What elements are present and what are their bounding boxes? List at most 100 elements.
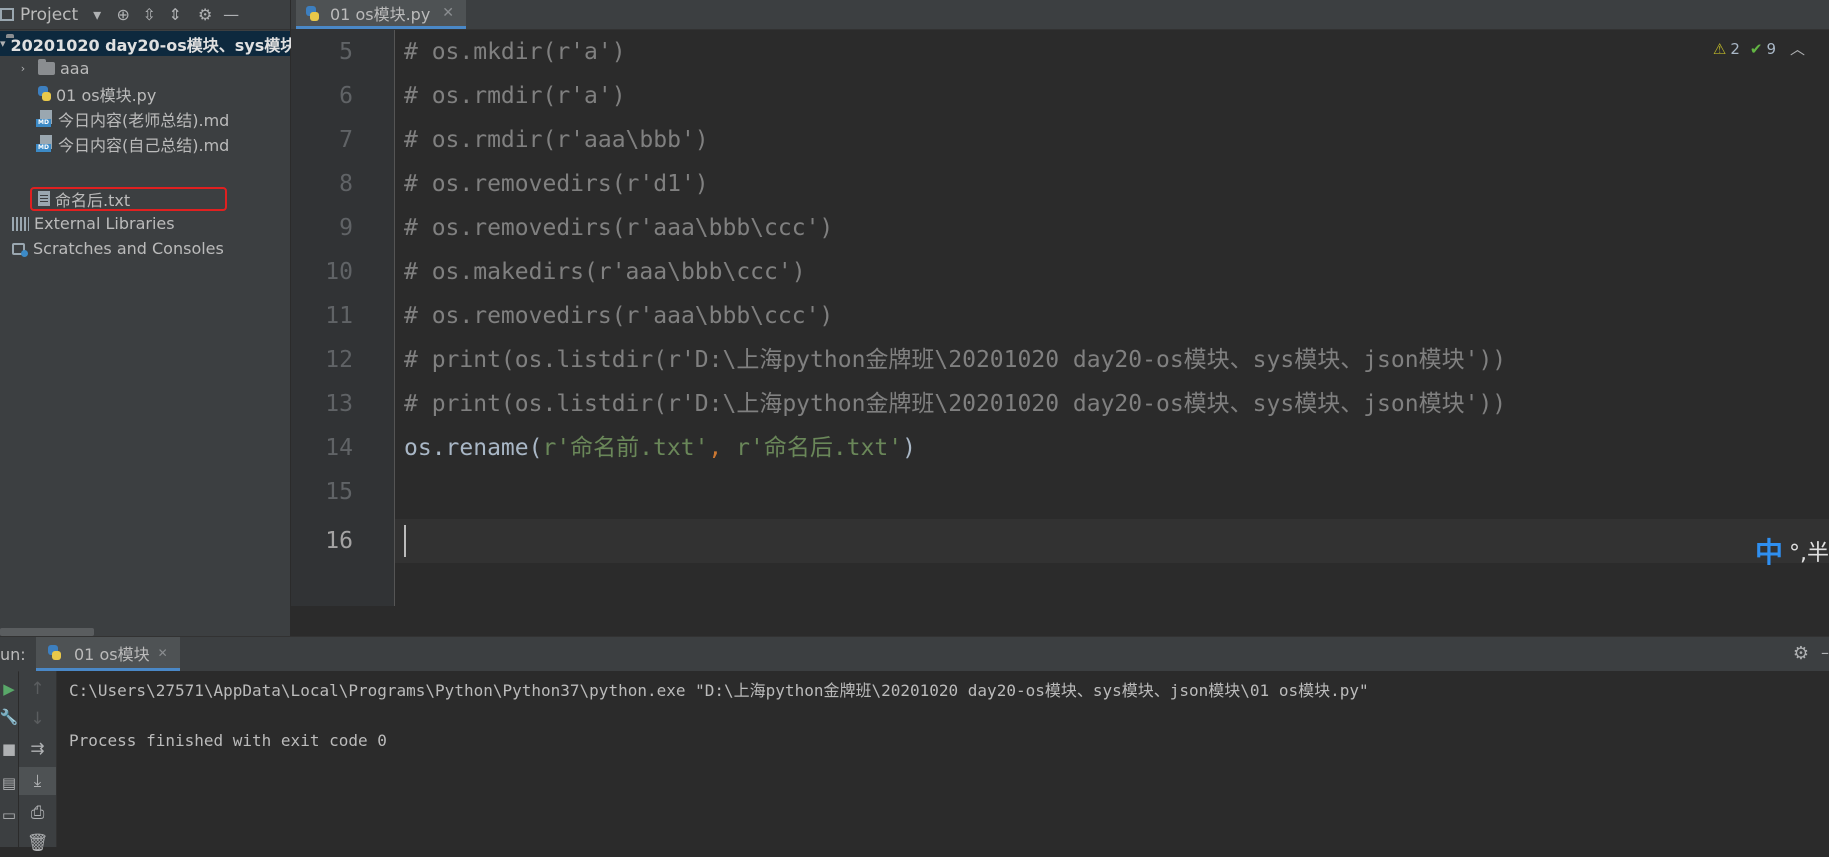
tree-item-md-teacher[interactable]: MD 今日内容(老师总结).md: [0, 106, 290, 131]
scratches-icon: [12, 241, 28, 257]
line-number: 13: [325, 391, 353, 417]
rerun-icon[interactable]: ▶: [0, 675, 18, 703]
chevron-up-icon[interactable]: ︿: [1790, 38, 1805, 59]
project-title[interactable]: Project: [20, 5, 78, 25]
line-number: 11: [325, 303, 353, 329]
line-number-current: 16: [325, 528, 353, 554]
code-line: # print(os.listdir(r'D:\上海python金牌班\2020…: [404, 347, 1507, 373]
tree-item-py-file[interactable]: 01 os模块.py: [0, 81, 290, 106]
ime-mode: 中: [1754, 536, 1783, 569]
tree-item-scratches[interactable]: Scratches and Consoles: [0, 236, 290, 261]
line-number: 6: [339, 83, 353, 109]
line-number: 10: [325, 259, 353, 285]
run-tab[interactable]: 01 os模块 ✕: [36, 637, 180, 671]
code-line-rename: os.rename(r'命名前.txt', r'命名后.txt'): [404, 426, 916, 470]
close-icon[interactable]: ✕: [442, 5, 454, 21]
line-number: 5: [339, 39, 353, 65]
python-file-icon: [306, 5, 319, 21]
code-line: # os.rmdir(r'a'): [404, 83, 626, 109]
code-line: # os.removedirs(r'aaa\bbb\ccc'): [404, 215, 834, 241]
code-line: # print(os.listdir(r'D:\上海python金牌班\2020…: [404, 391, 1507, 417]
library-icon: [12, 216, 29, 231]
editor-scroll-area: [291, 606, 1829, 636]
line-number: 9: [339, 215, 353, 241]
current-line-highlight: [395, 519, 1829, 563]
scroll-to-end-icon[interactable]: ⤓: [19, 767, 56, 795]
line-number: 14: [325, 435, 353, 461]
warning-count: 2: [1730, 39, 1740, 58]
run-toolwindow-header: un: 01 os模块 ✕ ⚙ –: [0, 636, 1829, 672]
tree-root[interactable]: ▾ 20201020 day20-os模块、sys模块、: [0, 31, 312, 56]
tree-item-label: 今日内容(自己总结).md: [58, 135, 230, 155]
tree-root-label: 20201020 day20-os模块、sys模块、: [10, 35, 313, 55]
python-file-icon: [48, 645, 61, 660]
code-line: # os.removedirs(r'd1'): [404, 171, 709, 197]
pin-icon[interactable]: ▭: [0, 801, 18, 829]
editor-tab[interactable]: 01 os模块.py ✕: [296, 0, 467, 29]
weak-warning-count: 9: [1766, 39, 1776, 58]
close-icon[interactable]: ✕: [158, 646, 168, 660]
trash-icon[interactable]: 🗑: [19, 829, 56, 857]
folder-icon: [38, 59, 55, 75]
arrow-down-icon[interactable]: ↓: [19, 705, 56, 733]
line-number: 7: [339, 127, 353, 153]
wrench-icon[interactable]: 🔧: [0, 703, 18, 731]
code-line: # os.mkdir(r'a'): [404, 39, 626, 65]
minimize-icon[interactable]: –: [1821, 643, 1829, 662]
stop-icon[interactable]: ■: [0, 735, 18, 763]
chevron-down-icon[interactable]: ▾: [84, 2, 110, 28]
layout-icon[interactable]: ▤: [0, 769, 18, 797]
markdown-file-icon: MD: [36, 135, 53, 152]
code-editor[interactable]: 5 6 7 8 9 10 11 12 13 14 15 16 # os.mkdi…: [291, 30, 1829, 606]
console-command-line: C:\Users\27571\AppData\Local\Programs\Py…: [69, 681, 1369, 700]
horizontal-scrollbar[interactable]: [0, 628, 94, 636]
tree-item-aaa[interactable]: › aaa: [0, 56, 290, 81]
tree-item-md-self[interactable]: MD 今日内容(自己总结).md: [0, 131, 290, 156]
checkmark-icon: ✔: [1749, 39, 1763, 58]
soft-wrap-icon[interactable]: ⇉: [19, 735, 56, 763]
console-exit-message: Process finished with exit code 0: [69, 731, 387, 750]
ime-indicator: 中 °,半: [1751, 533, 1829, 569]
project-view-icon: [0, 8, 14, 21]
gear-icon[interactable]: ⚙: [192, 2, 218, 28]
tree-item-label: 今日内容(老师总结).md: [58, 110, 230, 130]
run-console[interactable]: C:\Users\27571\AppData\Local\Programs\Py…: [57, 671, 1829, 847]
minimize-icon[interactable]: —: [218, 2, 244, 28]
line-number: 8: [339, 171, 353, 197]
console-toolbar: ↑ ↓ ⇉ ⤓ ⎙ 🗑: [19, 671, 57, 853]
code-line: # os.rmdir(r'aaa\bbb'): [404, 127, 709, 153]
tree-item-label: aaa: [60, 59, 90, 78]
project-toolbar: Project ▾ ⊕ ⇳ ⇕ ⚙ —: [0, 0, 290, 30]
inspection-widget[interactable]: ⚠ 2 ✔ 9 ︿: [1713, 38, 1805, 59]
ime-status: °,半: [1789, 541, 1829, 566]
code-line: os.rename(r'命名前.txt', r'命名后.txt'): [404, 435, 916, 461]
python-file-icon: [38, 86, 51, 101]
run-tab-label: 01 os模块: [74, 644, 150, 664]
gear-icon[interactable]: ⚙: [1793, 643, 1809, 664]
line-number: 15: [325, 479, 353, 505]
locate-target-icon[interactable]: ⊕: [110, 2, 136, 28]
highlight-box: [30, 187, 227, 211]
editor-tab-bar: 01 os模块.py ✕: [291, 0, 1829, 30]
text-caret: [404, 525, 406, 557]
run-label: un:: [0, 645, 26, 664]
line-number: 12: [325, 347, 353, 373]
code-line: # os.removedirs(r'aaa\bbb\ccc'): [404, 303, 834, 329]
editor-tab-label: 01 os模块.py: [330, 5, 431, 24]
collapse-all-icon[interactable]: ⇕: [162, 2, 188, 28]
code-line: # os.makedirs(r'aaa\bbb\ccc'): [404, 259, 806, 285]
tree-item-external-libraries[interactable]: External Libraries: [0, 211, 290, 236]
chevron-right-icon[interactable]: ›: [16, 62, 30, 75]
chevron-down-icon[interactable]: ▾: [0, 37, 6, 50]
tree-item-label: External Libraries: [34, 214, 175, 233]
tree-item-label: 01 os模块.py: [56, 85, 157, 105]
warning-icon: ⚠: [1712, 39, 1727, 58]
line-number-gutter: 5 6 7 8 9 10 11 12 13 14 15 16: [291, 30, 395, 606]
project-panel: Project ▾ ⊕ ⇳ ⇕ ⚙ — ▾ 20201020 day20-os模…: [0, 0, 312, 636]
markdown-file-icon: MD: [36, 110, 53, 127]
print-icon[interactable]: ⎙: [19, 799, 56, 827]
tree-item-label: Scratches and Consoles: [33, 239, 224, 258]
expand-all-icon[interactable]: ⇳: [136, 2, 162, 28]
arrow-up-icon[interactable]: ↑: [19, 675, 56, 703]
run-side-toolbar: ▶ 🔧 ■ ▤ ▭: [0, 671, 18, 847]
